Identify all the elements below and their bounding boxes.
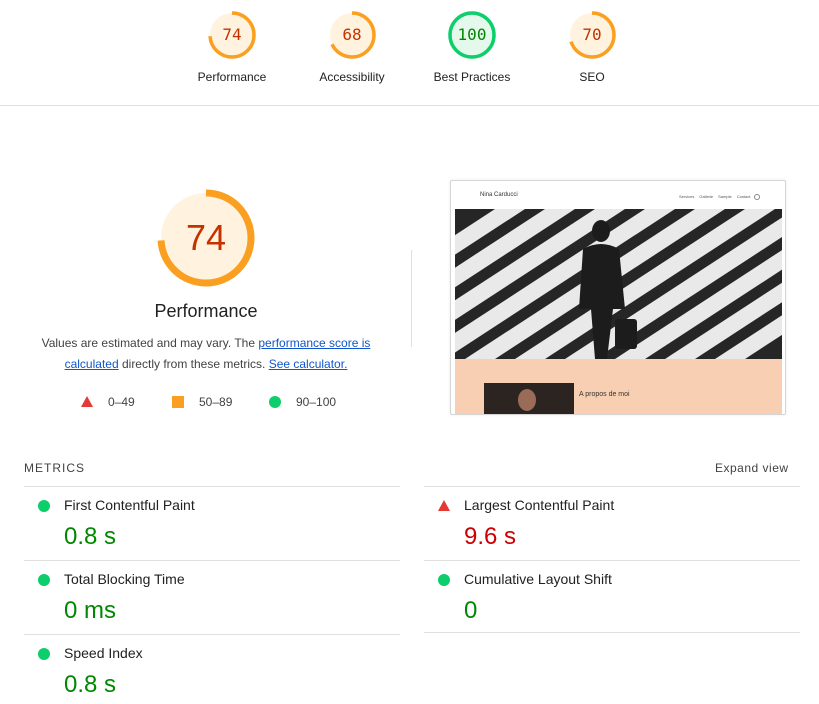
fail-triangle-icon — [438, 500, 450, 511]
performance-score: 74 — [185, 217, 227, 258]
metric-value: 0.8 s — [64, 523, 117, 550]
expand-view-toggle[interactable]: Expand view — [715, 461, 789, 475]
divider — [24, 486, 400, 487]
legend-range: 0–49 — [108, 395, 135, 409]
score-label: SEO — [579, 70, 605, 84]
metric-first-contentful-paint[interactable]: First Contentful Paint 0.8 s — [24, 490, 400, 550]
thumb-portrait-photo — [484, 383, 574, 414]
thumb-nav-link: Services — [679, 194, 695, 199]
thumb-nav-link: Gallerie — [699, 194, 714, 199]
score-summary-bar: 74 Performance 68 Accessibility 100 Best… — [0, 0, 819, 106]
metrics-header: METRICS — [24, 461, 85, 475]
score-value: 100 — [457, 25, 487, 44]
score-label: Accessibility — [319, 70, 385, 84]
score-scale-legend: 0–49 50–89 90–100 — [0, 394, 420, 410]
circle-icon — [269, 396, 281, 408]
metric-value: 0.8 s — [64, 671, 117, 698]
gauge-ring: 68 — [327, 10, 377, 60]
thumb-hero-photo — [455, 209, 782, 359]
final-screenshot-thumbnail[interactable]: Nina Carducci Services Gallerie Sample Cont… — [450, 180, 786, 415]
thumb-nav-link: Contact — [736, 194, 751, 199]
gauge-performance[interactable]: 74 Performance — [172, 10, 292, 84]
metric-name: Total Blocking Time — [64, 571, 185, 587]
metric-value: 0 ms — [64, 597, 117, 624]
metric-value: 9.6 s — [464, 523, 517, 550]
divider — [424, 560, 800, 561]
gauge-accessibility[interactable]: 68 Accessibility — [292, 10, 412, 84]
divider — [411, 250, 412, 347]
pass-circle-icon — [38, 574, 50, 586]
score-value: 68 — [342, 25, 362, 44]
performance-gauge-large: 74 — [156, 188, 256, 288]
metric-total-blocking-time[interactable]: Total Blocking Time 0 ms — [24, 564, 400, 624]
score-value: 70 — [582, 25, 602, 44]
triangle-icon — [81, 396, 93, 407]
metric-name: Largest Contentful Paint — [464, 497, 615, 513]
thumb-section-title: A propos de moi — [579, 391, 630, 398]
performance-title: Performance — [154, 301, 258, 321]
metric-speed-index[interactable]: Speed Index 0.8 s — [24, 638, 400, 698]
gauge-best-practices[interactable]: 100 Best Practices — [412, 10, 532, 84]
thumb-navbar: Nina Carducci Services Gallerie Sample Cont… — [455, 181, 783, 209]
thumb-instagram-icon — [754, 194, 760, 200]
score-value: 74 — [222, 25, 242, 44]
gauge-ring: 100 — [447, 10, 497, 60]
legend-range: 50–89 — [199, 395, 233, 409]
pass-circle-icon — [38, 648, 50, 660]
score-label: Performance — [197, 70, 267, 84]
thumb-nav-links: Services Gallerie Sample Contact — [679, 194, 756, 199]
square-icon — [172, 396, 184, 408]
metric-cumulative-layout-shift[interactable]: Cumulative Layout Shift 0 — [424, 564, 800, 624]
gauge-ring: 74 — [207, 10, 257, 60]
thumb-nav-link: Sample — [718, 194, 732, 199]
divider — [24, 634, 400, 635]
thumb-brand: Nina Carducci — [480, 192, 518, 198]
metric-value: 0 — [464, 597, 478, 624]
metric-name: First Contentful Paint — [64, 497, 195, 513]
see-calculator-link[interactable]: See calculator. — [269, 357, 348, 371]
gauge-ring: 70 — [567, 10, 617, 60]
gauge-seo[interactable]: 70 SEO — [532, 10, 652, 84]
metric-largest-contentful-paint[interactable]: Largest Contentful Paint 9.6 s — [424, 490, 800, 550]
divider — [424, 632, 800, 633]
desc-text: directly from these metrics. — [118, 357, 269, 371]
metric-name: Speed Index — [64, 645, 143, 661]
performance-description: Values are estimated and may vary. The p… — [34, 333, 378, 375]
pass-circle-icon — [38, 500, 50, 512]
score-label: Best Practices — [433, 70, 511, 84]
thumb-about-section: A propos de moi — [455, 359, 782, 414]
legend-range: 90–100 — [296, 395, 337, 409]
divider — [424, 486, 800, 487]
thumb-face — [518, 389, 536, 411]
divider — [24, 560, 400, 561]
pass-circle-icon — [438, 574, 450, 586]
metric-name: Cumulative Layout Shift — [464, 571, 612, 587]
desc-text: Values are estimated and may vary. The — [41, 336, 259, 350]
